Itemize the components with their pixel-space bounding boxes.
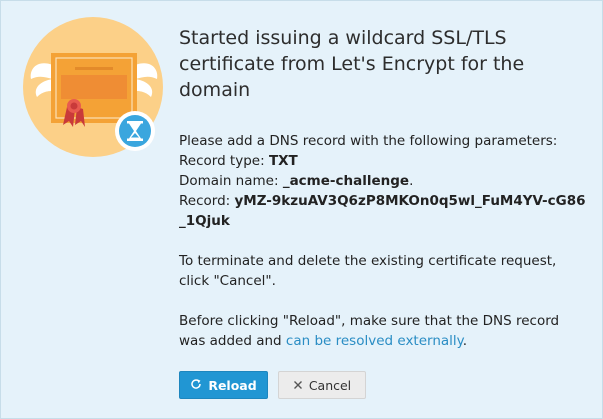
instructions-intro: Please add a DNS record with the followi… [179, 133, 558, 149]
cancel-button-label: Cancel [308, 377, 352, 393]
record-label: Record: [179, 193, 235, 209]
certificate-status-panel: Started issuing a wildcard SSL/TLS certi… [0, 0, 603, 419]
close-icon [293, 378, 303, 393]
record-value: yMZ-9kzuAV3Q6zP8MKOn0q5wl_FuM4YV-cG86_1Q… [179, 193, 586, 229]
cancel-button[interactable]: Cancel [278, 371, 366, 399]
certificate-hourglass-icon [23, 17, 163, 157]
record-type-label: Record type: [179, 153, 269, 169]
reload-button-label: Reload [208, 377, 257, 393]
reload-button[interactable]: Reload [179, 371, 268, 399]
domain-name-line: Domain name: _acme-challenge. [179, 171, 589, 191]
domain-name-value: _acme-challenge [282, 173, 410, 189]
resolved-externally-link[interactable]: can be resolved externally [286, 333, 463, 349]
dialog-title: Started issuing a wildcard SSL/TLS certi… [179, 27, 525, 101]
reload-instructions: Before clicking "Reload", make sure that… [179, 311, 589, 351]
domain-name-label: Domain name: [179, 173, 283, 189]
record-type-line: Record type: TXT [179, 151, 589, 171]
action-buttons: Reload Cancel [179, 371, 589, 399]
dialog-content: Started issuing a wildcard SSL/TLS certi… [179, 25, 589, 399]
reload-text-after: . [462, 333, 468, 349]
certificate-illustration [23, 17, 173, 167]
terminate-instructions: To terminate and delete the existing cer… [179, 253, 557, 289]
dns-record-instructions: Please add a DNS record with the followi… [179, 131, 589, 231]
record-line: Record: yMZ-9kzuAV3Q6zP8MKOn0q5wl_FuM4YV… [179, 191, 589, 231]
record-type-value: TXT [268, 153, 298, 169]
refresh-icon [190, 378, 202, 393]
domain-name-suffix: . [409, 173, 414, 189]
